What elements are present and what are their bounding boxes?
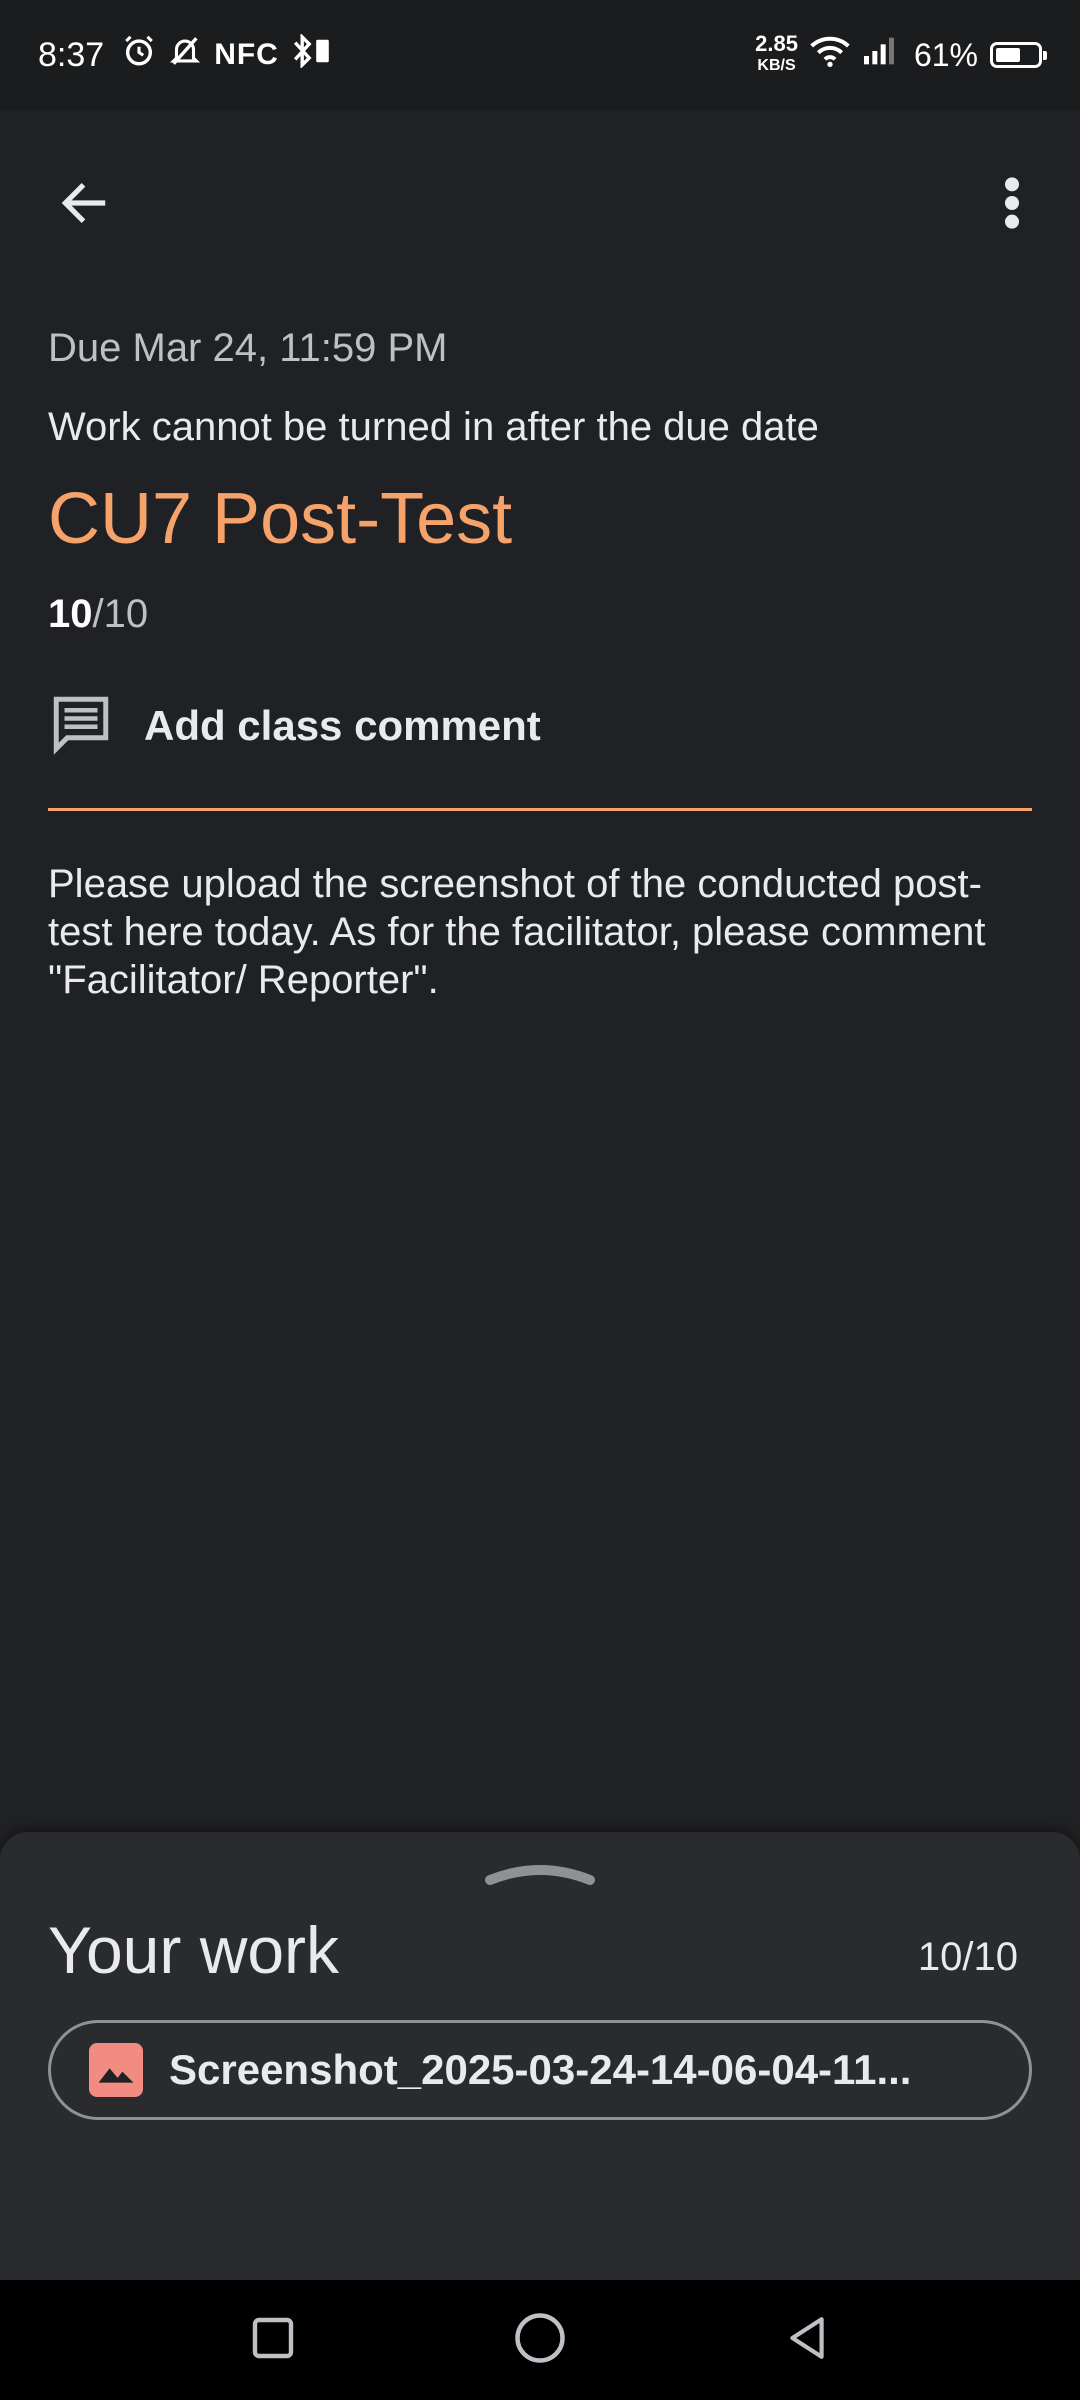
add-class-comment-button[interactable]: Add class comment: [48, 690, 541, 762]
battery-percent: 61%: [913, 36, 978, 73]
mute-icon: [168, 34, 202, 77]
wifi-icon: [810, 34, 850, 77]
recents-button[interactable]: [233, 2300, 313, 2380]
your-work-title: Your work: [48, 1913, 340, 1987]
points-total: /10: [92, 592, 149, 636]
battery-icon: [990, 42, 1047, 68]
nfc-label: NFC: [214, 38, 279, 71]
attachment-name: Screenshot_2025-03-24-14-06-04-11...: [169, 2046, 912, 2093]
square-icon: [249, 2314, 297, 2367]
bluetooth-battery-icon: [291, 32, 333, 77]
your-work-points: 10/10: [917, 1935, 1018, 1979]
circle-icon: [513, 2311, 567, 2370]
points-earned: 10: [48, 592, 93, 636]
alarm-icon: [122, 34, 156, 77]
your-work-sheet[interactable]: Your work 10/10 Screenshot_2025-03-24-14…: [0, 1832, 1080, 2280]
sheet-handle-icon[interactable]: [482, 1858, 598, 1888]
status-time: 8:37: [38, 35, 105, 74]
due-date: Due Mar 24, 11:59 PM: [48, 326, 448, 370]
image-file-icon: [89, 2043, 143, 2097]
more-vert-icon: [1002, 175, 1022, 236]
app-bar: [0, 110, 1080, 280]
signal-icon: [862, 36, 896, 75]
points-display: 10/10: [48, 592, 148, 637]
add-class-comment-label: Add class comment: [144, 702, 541, 749]
assignment-instructions: Please upload the screenshot of the cond…: [48, 862, 986, 1002]
back-nav-button[interactable]: [767, 2300, 847, 2380]
more-options-button[interactable]: [982, 165, 1042, 245]
comment-icon: [48, 691, 114, 762]
attachment-chip[interactable]: Screenshot_2025-03-24-14-06-04-11...: [48, 2020, 1032, 2120]
back-button[interactable]: [44, 165, 124, 245]
late-submission-note: Work cannot be turned in after the due d…: [48, 405, 819, 449]
system-nav-bar: [0, 2280, 1080, 2400]
home-button[interactable]: [500, 2300, 580, 2380]
divider: [48, 808, 1032, 811]
assignment-title: CU7 Post-Test: [48, 479, 513, 559]
triangle-back-icon: [782, 2313, 832, 2368]
status-bar: 8:37 NFC 2.85 KB/S 61%: [0, 0, 1080, 110]
network-speed: 2.85 KB/S: [755, 31, 798, 75]
arrow-left-icon: [56, 175, 112, 236]
